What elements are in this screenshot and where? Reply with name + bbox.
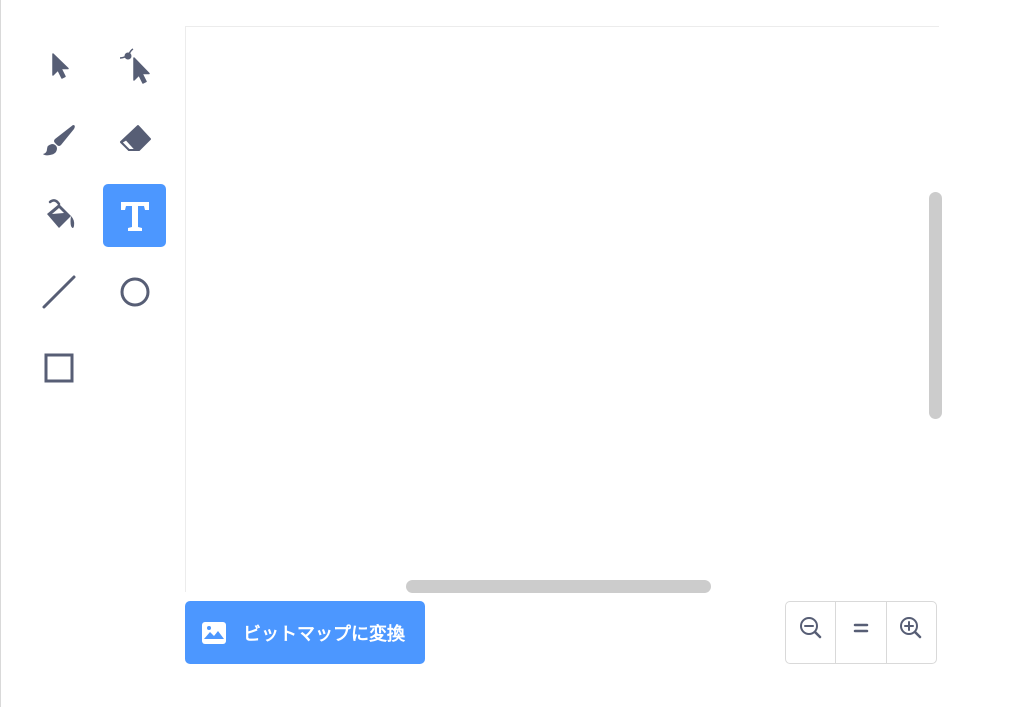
brush-icon <box>42 124 75 155</box>
vertical-scrollbar[interactable] <box>929 192 942 419</box>
fill-tool-button[interactable] <box>27 184 90 247</box>
reshape-tool-button[interactable] <box>103 32 166 95</box>
eraser-icon <box>119 124 151 151</box>
convert-to-bitmap-button[interactable]: ビットマップに変換 <box>185 601 425 664</box>
brush-tool-button[interactable] <box>27 108 90 171</box>
text-t-icon <box>120 201 149 231</box>
rectangle-tool-button[interactable] <box>27 336 90 399</box>
drawing-canvas[interactable] <box>185 26 939 592</box>
eraser-tool-button[interactable] <box>103 108 166 171</box>
paint-editor: ビットマップに変換 <box>0 0 1024 707</box>
zoom-controls <box>785 601 937 664</box>
zoom-in-button[interactable] <box>885 602 936 663</box>
zoom-in-icon <box>900 616 922 638</box>
arrow-pointer-icon <box>51 52 69 79</box>
paint-bucket-icon <box>46 198 74 228</box>
zoom-reset-icon <box>853 623 869 632</box>
circle-tool-button[interactable] <box>103 260 166 323</box>
text-tool-button[interactable] <box>103 184 166 247</box>
bitmap-image-icon <box>202 621 226 644</box>
horizontal-scrollbar[interactable] <box>406 580 711 593</box>
line-icon <box>42 275 75 308</box>
zoom-out-button[interactable] <box>786 602 835 663</box>
zoom-reset-button[interactable] <box>835 602 885 663</box>
convert-to-bitmap-label: ビットマップに変換 <box>243 623 405 645</box>
zoom-out-icon <box>799 616 821 638</box>
rectangle-icon <box>44 353 73 382</box>
reshape-pointer-icon <box>119 47 150 84</box>
select-tool-button[interactable] <box>27 32 90 95</box>
circle-icon <box>120 277 149 306</box>
line-tool-button[interactable] <box>27 260 90 323</box>
